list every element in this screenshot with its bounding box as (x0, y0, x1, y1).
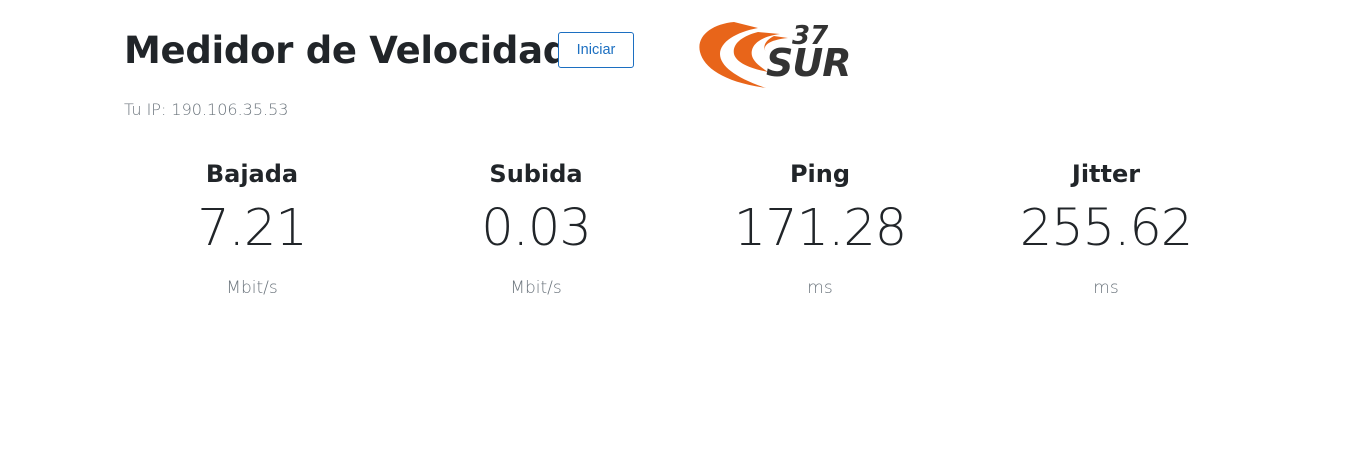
page-title: Medidor de Velocidad (124, 29, 569, 72)
start-button[interactable]: Iniciar (558, 32, 634, 68)
metric-unit: Mbit/s (510, 278, 562, 298)
ip-address-line: Tu IP: 190.106.35.53 (124, 100, 288, 119)
metric-label: Ping (789, 160, 851, 188)
metric-value: 7.21 (197, 199, 308, 258)
ip-value: 190.106.35.53 (171, 100, 289, 119)
metric-label: Subida (489, 160, 583, 188)
metric-value: 0.03 (481, 199, 592, 258)
logo-brand: SUR (766, 41, 851, 85)
metric-unit: Mbit/s (226, 278, 278, 298)
metric-unit: ms (807, 278, 833, 298)
brand-logo: 37 SUR (699, 21, 852, 88)
ip-label: Tu IP: (124, 100, 167, 119)
metric-upload: Subida 0.03 Mbit/s (406, 156, 666, 300)
header: Medidor de Velocidad (124, 26, 569, 76)
speedtest-page: Medidor de Velocidad Iniciar 37 SUR Tu I… (0, 0, 1352, 468)
metric-ping: Ping 171.28 ms (690, 156, 950, 300)
metric-download: Bajada 7.21 Mbit/s (122, 156, 382, 300)
metric-value: 171.28 (733, 199, 907, 258)
metric-jitter: Jitter 255.62 ms (976, 156, 1236, 300)
metric-label: Jitter (1071, 160, 1141, 188)
metric-value: 255.62 (1019, 199, 1193, 258)
logo-swoosh-outer (699, 22, 766, 88)
metric-unit: ms (1093, 278, 1119, 298)
metric-label: Bajada (205, 160, 299, 188)
